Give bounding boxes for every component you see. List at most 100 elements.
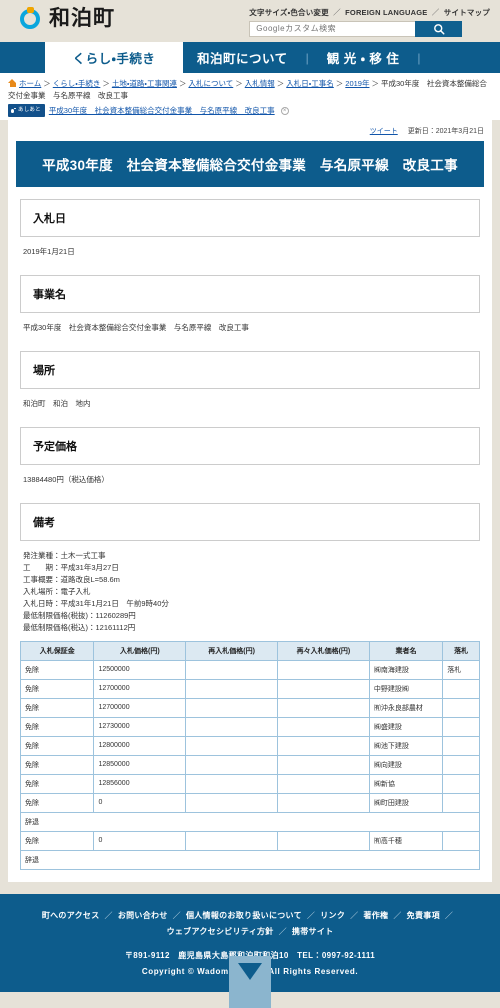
col-header-company: 業者名 xyxy=(368,640,444,661)
table-header-row: 入札保証金 入札価格(円) 再入札価格(円) 再々入札価格(円) 業者名 落札 xyxy=(19,640,480,661)
cell-deposit: 免除 xyxy=(19,697,95,718)
scroll-to-top-button[interactable] xyxy=(229,955,271,1008)
footer-sep: ／ xyxy=(172,910,181,920)
cell-deposit: 免除 xyxy=(19,716,95,737)
cell-rerebid-price xyxy=(277,773,370,794)
cell-rerebid-price xyxy=(277,830,370,851)
breadcrumb-item-home[interactable]: ホーム xyxy=(19,79,41,88)
sitemap-link[interactable]: サイトマップ xyxy=(444,8,490,17)
foreign-language-link[interactable]: FOREIGN LANGUAGE xyxy=(345,8,427,17)
section-value-location: 和泊町 和泊 地内 xyxy=(23,398,91,408)
cell-bid-price: 12700000 xyxy=(93,678,187,699)
history-badge: あしあと xyxy=(8,104,45,117)
site-logo[interactable]: 和泊町 xyxy=(20,7,115,29)
footer-link-copyright-policy[interactable]: 著作権 xyxy=(363,911,388,920)
cell-bid-price: 12730000 xyxy=(93,716,187,737)
section-value-project-name: 平成30年度 社会資本整備総合交付金事業 与名原平線 改良工事 xyxy=(23,322,249,332)
table-row: 免除 0 ㈲高千穂 xyxy=(19,830,480,851)
cell-bid-price: 12856000 xyxy=(93,773,187,794)
footer-link-disclaimer[interactable]: 免責事項 xyxy=(407,911,440,920)
cell-deposit: 免除 xyxy=(19,735,95,756)
chevron-down-icon xyxy=(238,962,262,980)
footer-link-mobile-site[interactable]: 携帯サイト xyxy=(292,927,334,936)
breadcrumb-item-land-road[interactable]: 土地・道路・工事関連 xyxy=(112,79,177,88)
footer-link-accessibility[interactable]: ウェブアクセシビリティ方針 xyxy=(167,927,274,936)
footer-links-row-2: ウェブアクセシビリティ方針 ／ 携帯サイト xyxy=(10,924,490,940)
close-icon[interactable]: × xyxy=(280,106,289,115)
remarks-line: 工 期：平成31年3月27日 xyxy=(23,562,119,572)
col-header-rebid-price: 再入札価格(円) xyxy=(185,640,279,661)
nav-item-tourism[interactable]: 観 光 ・ 移 住 xyxy=(313,42,414,73)
nav-item-about[interactable]: 和泊町について xyxy=(183,42,302,73)
cell-rerebid-price xyxy=(277,659,370,680)
section-heading-estimated-price: 予定価格 xyxy=(20,426,480,465)
footer-link-links[interactable]: リンク xyxy=(320,911,345,920)
cell-company: ㈱町田建設 xyxy=(368,792,444,813)
breadcrumb-item-year[interactable]: 2019年 xyxy=(345,79,369,88)
site-footer: 町へのアクセス ／ お問い合わせ ／ 個人情報のお取り扱いについて ／ リンク ／ 著作権 ／ 免責… xyxy=(0,893,500,1008)
cell-company: ㈱盛建設 xyxy=(368,716,444,737)
footprint-icon xyxy=(11,107,16,114)
table-row: 免除 12700000 中野建設㈱ xyxy=(19,678,480,699)
cell-rerebid-price xyxy=(277,697,370,718)
search-input[interactable] xyxy=(249,21,416,37)
footer-sep: ／ xyxy=(278,926,287,936)
cell-rebid-price xyxy=(185,659,279,680)
cell-rebid-price xyxy=(185,792,279,813)
history-trail: あしあと 平成30年度 社会資本整備総合交付金事業 与名原平線 改良工事 × xyxy=(8,104,492,117)
cell-withdrawal-note: 辞退 xyxy=(20,811,480,832)
footer-sep: ／ xyxy=(104,910,113,920)
breadcrumb-item-kurashi[interactable]: くらし・手続き xyxy=(53,79,101,88)
cell-rebid-price xyxy=(185,716,279,737)
section-value-estimated-price: 13884480円（税込価格） xyxy=(23,474,109,484)
table-row: 免除 12700000 ㈲沖永良部農材 xyxy=(19,697,480,718)
home-icon xyxy=(8,79,17,87)
bid-results-table: 入札保証金 入札価格(円) 再入札価格(円) 再々入札価格(円) 業者名 落札 … xyxy=(19,640,480,870)
cell-company: ㈲高千穂 xyxy=(368,830,444,851)
history-item-link[interactable]: 平成30年度 社会資本整備総合交付金事業 与名原平線 改良工事 xyxy=(49,105,275,117)
section-value-bid-date: 2019年1月21日 xyxy=(23,246,75,256)
table-row: 免除 12856000 ㈱新協 xyxy=(19,773,480,794)
cell-bid-price: 12500000 xyxy=(93,659,187,680)
town-emblem-icon xyxy=(20,7,42,29)
footer-link-contact[interactable]: お問い合わせ xyxy=(118,911,168,920)
table-row: 免除 12730000 ㈱盛建設 xyxy=(19,716,480,737)
history-badge-label: あしあと xyxy=(18,107,41,114)
cell-company: 中野建設㈱ xyxy=(368,678,444,699)
tweet-button[interactable]: ツイート xyxy=(370,126,398,136)
cell-bid-price: 12850000 xyxy=(93,754,187,775)
breadcrumb-item-bid-date[interactable]: 入札日・工事名 xyxy=(286,79,334,88)
cell-deposit: 免除 xyxy=(19,678,95,699)
updated-date: 更新日：2021年3月21日 xyxy=(407,127,484,135)
text-size-color-link[interactable]: 文字サイズ・色合い変更 xyxy=(249,8,329,17)
footer-sep: ／ xyxy=(444,910,454,920)
nav-item-kurashi[interactable]: くらし・手続き xyxy=(45,42,183,73)
breadcrumb: ホーム＞くらし・手続き＞土地・道路・工事関連＞入札について＞入札情報＞入札日・工… xyxy=(8,78,492,101)
col-header-deposit: 入札保証金 xyxy=(19,640,95,661)
cell-rebid-price xyxy=(185,830,279,851)
cell-bid-price: 12700000 xyxy=(93,697,187,718)
table-row-note: 辞退 xyxy=(20,849,480,870)
search-form xyxy=(249,21,463,37)
cell-rebid-price xyxy=(185,678,279,699)
cell-rebid-price xyxy=(185,773,279,794)
breadcrumb-item-bid-info[interactable]: 入札情報 xyxy=(245,79,275,88)
site-header: 和泊町 文字サイズ・色合い変更 ／ FOREIGN LANGUAGE ／ サイト… xyxy=(0,0,500,42)
remarks-line: 最低制限価格(税込)：12161112円 xyxy=(23,622,136,632)
cell-bid-price: 0 xyxy=(93,792,187,813)
table-row: 免除 12800000 ㈱池下建設 xyxy=(19,735,480,756)
col-header-awarded: 落札 xyxy=(442,640,480,661)
search-button[interactable] xyxy=(415,21,463,37)
remarks-line: 発注業種：土木一式工事 xyxy=(23,550,106,560)
breadcrumb-item-about-bids[interactable]: 入札について xyxy=(188,79,233,88)
cell-company: ㈱新協 xyxy=(368,773,444,794)
cell-awarded xyxy=(442,735,480,756)
page-meta: ツイート 更新日：2021年3月21日 xyxy=(8,120,492,141)
cell-awarded xyxy=(442,830,480,851)
table-row-note: 辞退 xyxy=(20,811,480,832)
cell-awarded xyxy=(442,697,480,718)
footer-link-privacy[interactable]: 個人情報のお取り扱いについて xyxy=(186,911,302,920)
breadcrumb-sep: ＞ xyxy=(371,79,379,88)
footer-link-access[interactable]: 町へのアクセス xyxy=(42,911,100,920)
cell-rerebid-price xyxy=(277,678,370,699)
